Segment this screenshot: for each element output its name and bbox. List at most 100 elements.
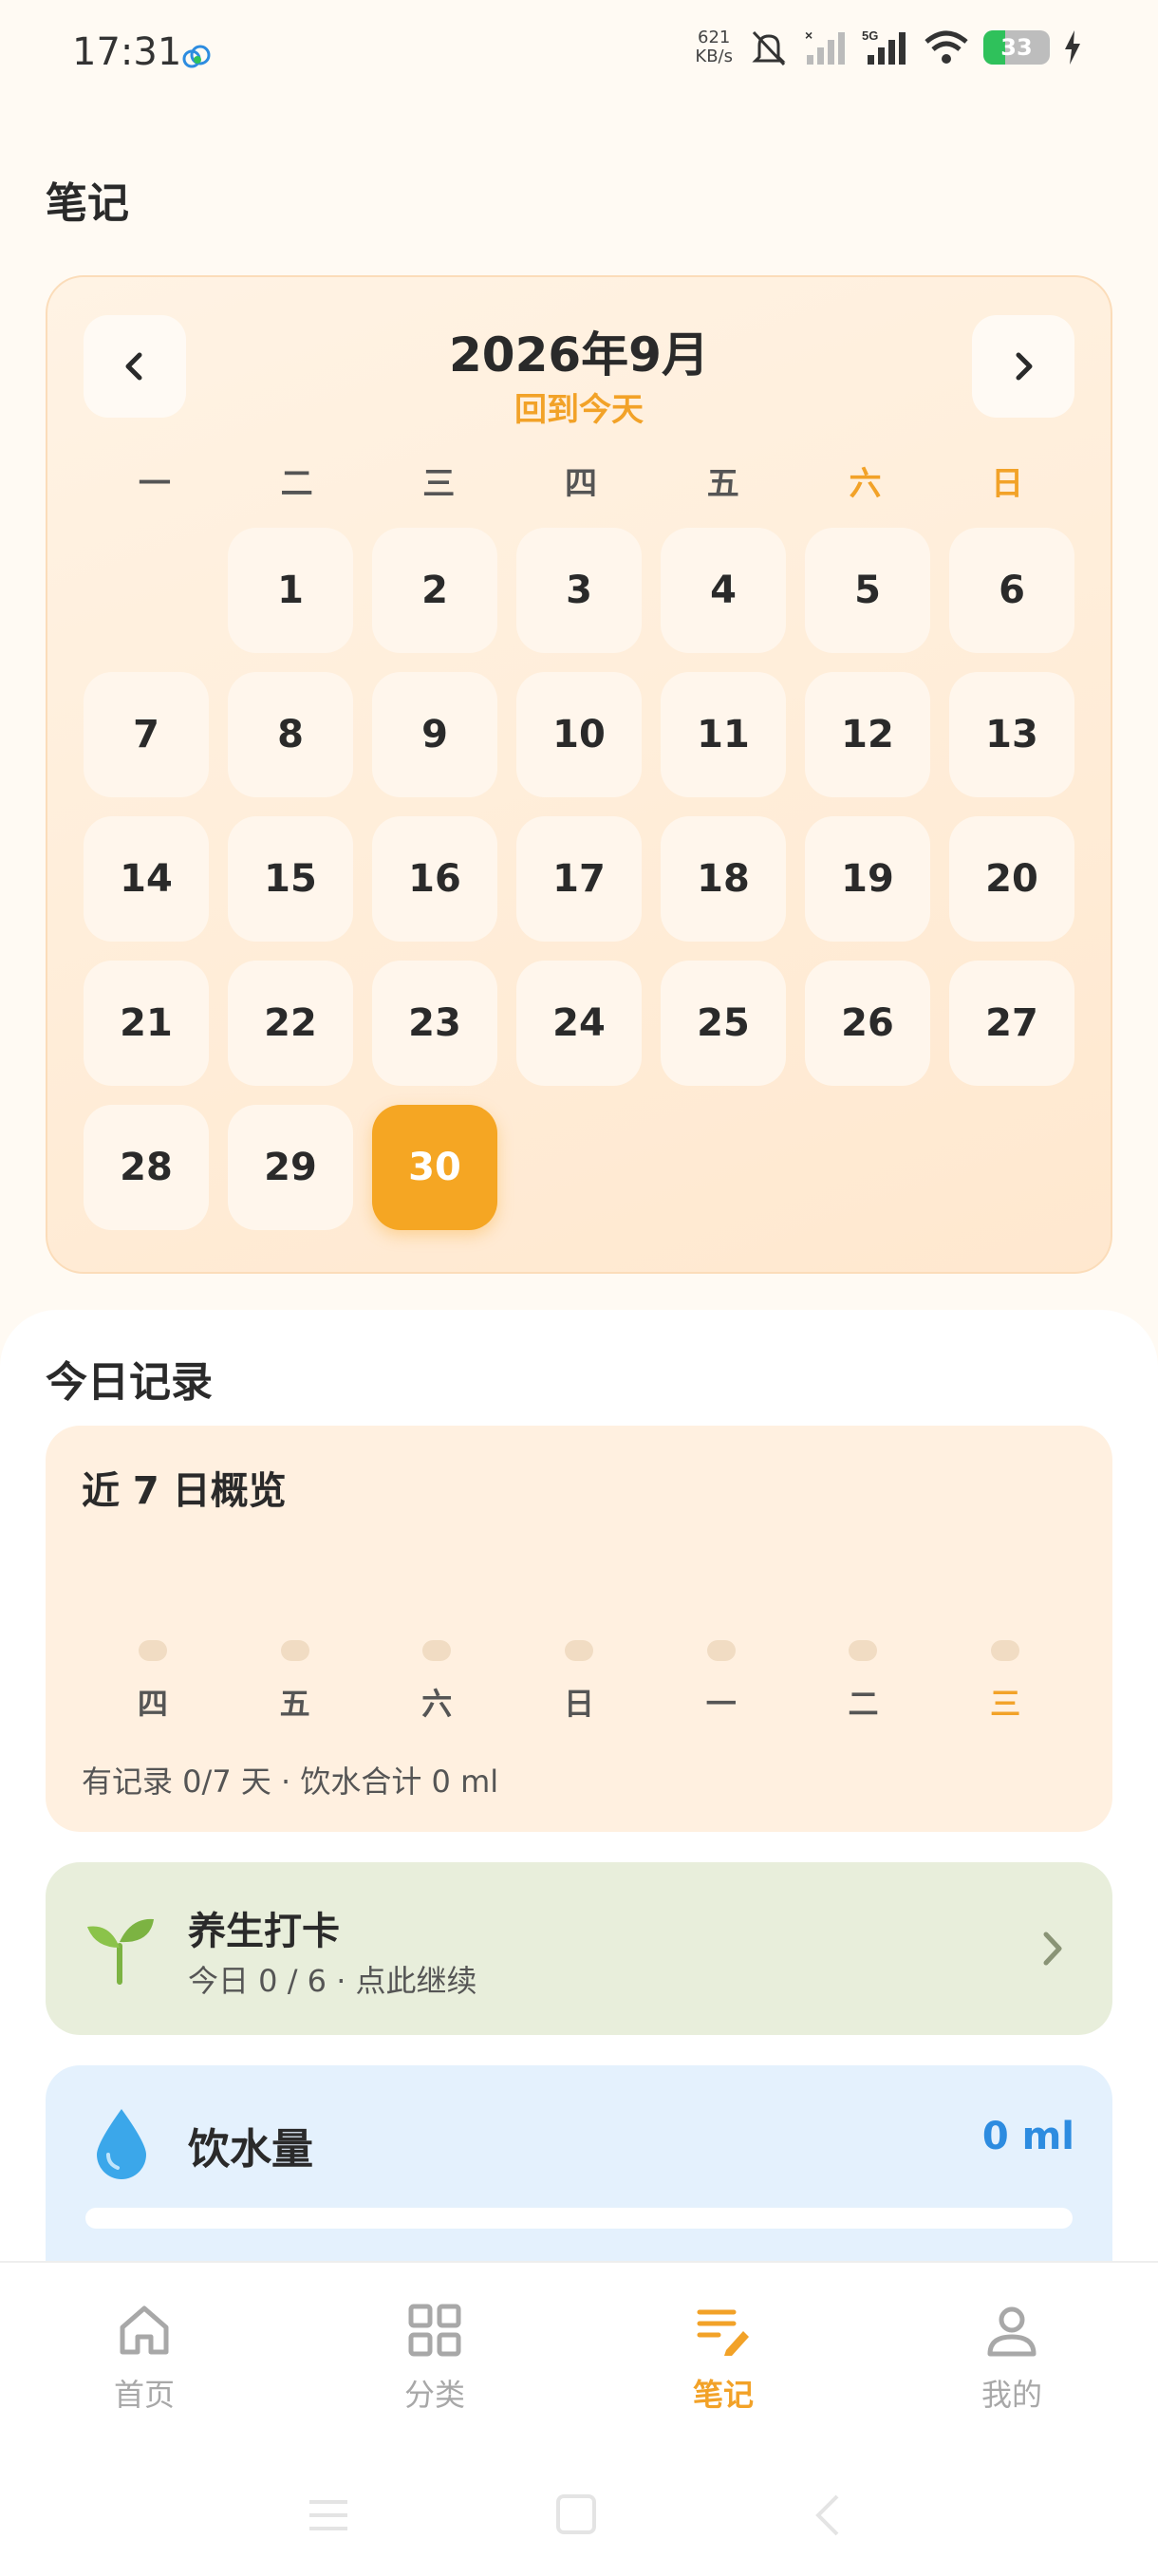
overview-day-marker xyxy=(706,1640,736,1661)
tab-home[interactable]: 首页 xyxy=(49,2301,239,2415)
overview-day: 六 xyxy=(365,1640,508,1724)
menu-nav-icon[interactable] xyxy=(309,2500,347,2530)
overview-day-marker xyxy=(138,1640,167,1661)
calendar-day[interactable]: 24 xyxy=(516,961,642,1086)
calendar-card: 2026年9月 回到今天 一 二 三 四 五 六 日 1 2 3 4 5 6 7 8 9 10 11… xyxy=(46,275,1112,1274)
checkin-title: 养生打卡 xyxy=(188,1910,340,1953)
wifi-icon xyxy=(925,30,968,64)
calendar-day[interactable]: 8 xyxy=(228,672,353,797)
overview-day: 三 xyxy=(934,1640,1076,1724)
weekday-label-weekend: 六 xyxy=(849,465,882,503)
calendar-day[interactable]: 9 xyxy=(372,672,497,797)
calendar-day[interactable]: 18 xyxy=(661,816,786,942)
overview-day-label: 二 xyxy=(848,1686,879,1722)
weekday-label: 一 xyxy=(138,465,171,503)
overview-day-label: 五 xyxy=(279,1686,310,1722)
checkin-subtitle: 今日 0 / 6 · 点此继续 xyxy=(188,1963,477,1999)
overview-day-label: 一 xyxy=(705,1686,737,1722)
home-nav-icon[interactable] xyxy=(556,2494,596,2534)
weekday-label-weekend: 日 xyxy=(991,465,1024,503)
overview-day: 日 xyxy=(508,1640,650,1724)
calendar-day[interactable]: 15 xyxy=(228,816,353,942)
health-checkin-card[interactable]: 养生打卡 今日 0 / 6 · 点此继续 xyxy=(46,1862,1112,2035)
tab-category[interactable]: 分类 xyxy=(340,2301,530,2415)
calendar-day[interactable]: 6 xyxy=(949,528,1074,653)
tab-profile[interactable]: 我的 xyxy=(917,2301,1107,2415)
chevron-right-icon xyxy=(1043,1932,1062,1966)
weekday-header: 一 二 三 四 五 六 日 xyxy=(84,457,1078,504)
calendar-day[interactable]: 28 xyxy=(84,1105,209,1230)
calendar-grid: 1 2 3 4 5 6 7 8 9 10 11 12 13 14 15 16 17 18 19 20 21 22 23 24 2… xyxy=(84,528,1078,1230)
calendar-day[interactable]: 16 xyxy=(372,816,497,942)
calendar-day[interactable]: 12 xyxy=(805,672,930,797)
overview-day-marker xyxy=(565,1640,594,1661)
calendar-day[interactable]: 5 xyxy=(805,528,930,653)
weekday-label: 二 xyxy=(280,465,313,503)
overview-day-marker xyxy=(849,1640,878,1661)
calendar-day[interactable]: 17 xyxy=(516,816,642,942)
mute-icon xyxy=(752,30,786,66)
weekly-day-row: 四五六日一二三 xyxy=(82,1640,1076,1724)
overview-summary: 有记录 0/7 天 · 饮水合计 0 ml xyxy=(82,1764,499,1800)
calendar-day[interactable]: 7 xyxy=(84,672,209,797)
back-to-today-link[interactable]: 回到今天 xyxy=(47,383,1111,430)
calendar-day[interactable]: 11 xyxy=(661,672,786,797)
signal-icon-sim1: × xyxy=(805,28,845,65)
calendar-day[interactable]: 13 xyxy=(949,672,1074,797)
overview-day-label: 四 xyxy=(137,1686,168,1722)
overview-day: 一 xyxy=(650,1640,793,1724)
calendar-day-selected[interactable]: 30 xyxy=(372,1105,497,1230)
overview-day-marker xyxy=(280,1640,309,1661)
overview-day-marker xyxy=(422,1640,452,1661)
battery-level: 33 xyxy=(1000,34,1033,61)
calendar-day[interactable]: 29 xyxy=(228,1105,353,1230)
weekday-label: 四 xyxy=(565,465,598,503)
battery-indicator: 33 xyxy=(983,30,1050,65)
calendar-day[interactable]: 3 xyxy=(516,528,642,653)
calendar-day[interactable]: 2 xyxy=(372,528,497,653)
water-drop-icon xyxy=(97,2109,146,2179)
grid-icon xyxy=(408,2304,461,2357)
user-icon xyxy=(987,2306,1037,2357)
weekly-overview-card: 近 7 日概览 四 五 六 日 一 二 三 有记录 0/7 天 · 饮水合计 0 ml xyxy=(46,1426,1112,1832)
status-time: 17:31 xyxy=(72,30,182,74)
weekday-label: 三 xyxy=(422,465,456,503)
calendar-day[interactable]: 27 xyxy=(949,961,1074,1086)
calendar-day[interactable]: 14 xyxy=(84,816,209,942)
overview-day-label: 六 xyxy=(421,1686,453,1722)
net-speed: 621 KB/s xyxy=(695,28,733,66)
weekday-label: 五 xyxy=(706,465,739,503)
overview-day: 四 xyxy=(82,1640,224,1724)
water-progress-bar xyxy=(85,2208,1073,2229)
overview-day-label: 日 xyxy=(564,1686,595,1722)
chevron-right-icon xyxy=(1016,352,1033,381)
next-month-button[interactable] xyxy=(972,315,1074,418)
tab-notes[interactable]: 笔记 xyxy=(628,2301,818,2415)
calendar-day[interactable]: 26 xyxy=(805,961,930,1086)
signal-icon-5g: 5G xyxy=(862,28,906,65)
svg-text:5G: 5G xyxy=(862,28,878,43)
overview-title: 近 7 日概览 xyxy=(82,1469,287,1513)
net-speed-unit: KB/s xyxy=(695,47,733,66)
overview-day: 二 xyxy=(793,1640,935,1724)
sprout-icon xyxy=(87,1918,154,1985)
calendar-day[interactable]: 22 xyxy=(228,961,353,1086)
water-value: 0 ml xyxy=(981,2115,1074,2158)
back-nav-icon[interactable] xyxy=(815,2494,839,2536)
calendar-day[interactable]: 10 xyxy=(516,672,642,797)
calendar-day[interactable]: 21 xyxy=(84,961,209,1086)
calendar-day[interactable]: 20 xyxy=(949,816,1074,942)
tab-label: 分类 xyxy=(403,2377,465,2413)
calendar-day[interactable]: 25 xyxy=(661,961,786,1086)
home-icon xyxy=(120,2305,169,2355)
calendar-day[interactable]: 19 xyxy=(805,816,930,942)
month-title: 2026年9月 xyxy=(449,327,709,383)
tab-label: 我的 xyxy=(981,2377,1042,2413)
calendar-day[interactable]: 1 xyxy=(228,528,353,653)
note-edit-icon xyxy=(697,2309,749,2356)
calendar-day[interactable]: 23 xyxy=(372,961,497,1086)
calendar-day[interactable]: 4 xyxy=(661,528,786,653)
net-speed-value: 621 xyxy=(698,28,731,47)
tab-label: 首页 xyxy=(113,2377,175,2413)
status-icons: 621 KB/s × 5G 33 xyxy=(695,28,1082,66)
